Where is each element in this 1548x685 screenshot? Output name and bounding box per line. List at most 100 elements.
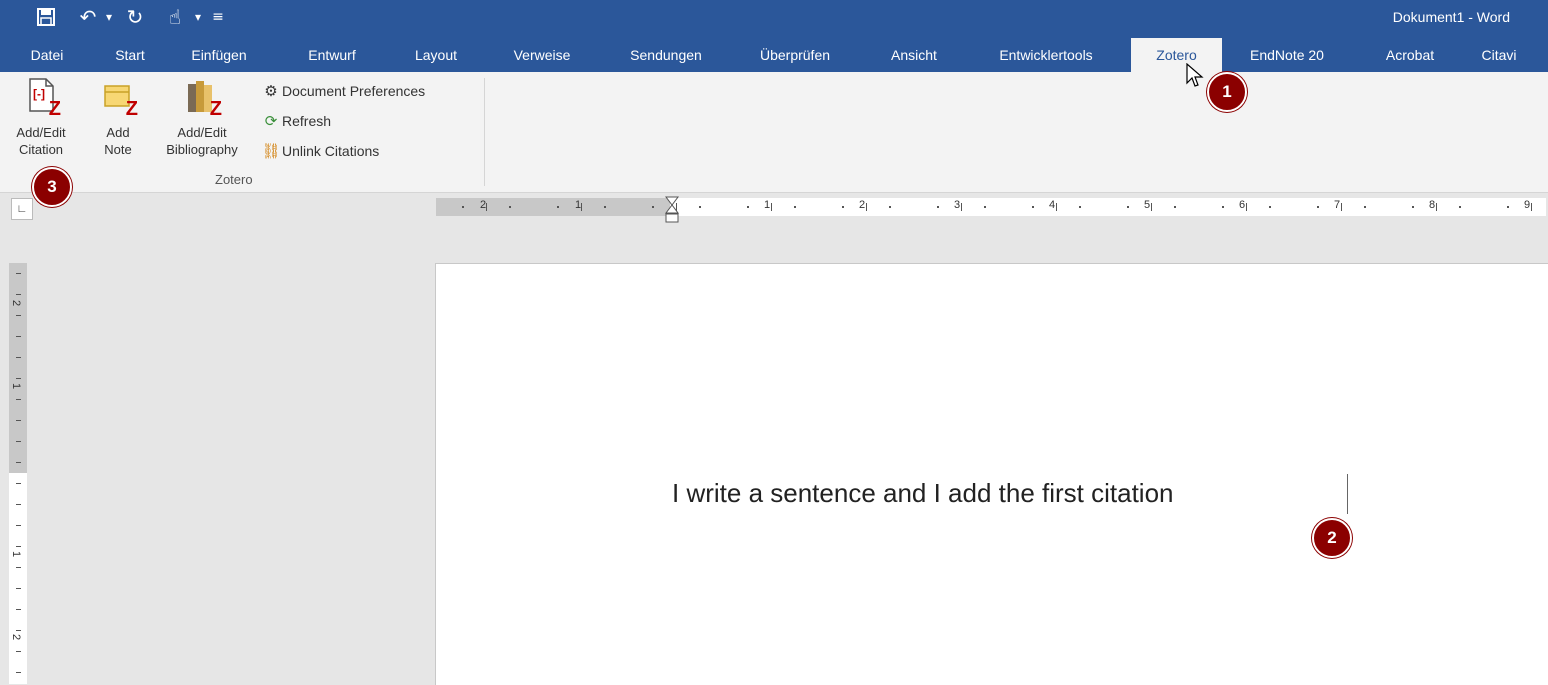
- ruler-tick: [747, 206, 749, 208]
- tab-start[interactable]: Start: [104, 38, 156, 72]
- document-preferences-button[interactable]: ⚙ Document Preferences: [260, 78, 425, 104]
- add-note-label-1: Add: [106, 125, 130, 140]
- tab-citavi[interactable]: Citavi: [1466, 38, 1532, 72]
- ruler-tick: [1507, 206, 1509, 208]
- step-marker-3: 3: [32, 167, 72, 207]
- ruler-tick: [961, 203, 962, 211]
- ribbon-tabs: Datei Start Einfügen Entwurf Layout Verw…: [0, 38, 1548, 72]
- refresh-button[interactable]: ⟳ Refresh: [260, 108, 331, 134]
- tab-datei[interactable]: Datei: [18, 38, 76, 72]
- tab-sendungen[interactable]: Sendungen: [614, 38, 718, 72]
- add-note-button[interactable]: Z Add Note: [96, 78, 140, 158]
- ruler-tick: [1459, 206, 1461, 208]
- unlink-citations-label: Unlink Citations: [282, 143, 380, 159]
- horizontal-ruler[interactable]: 2 1 1 2 3 4 5 6 7 8 9: [436, 198, 1546, 216]
- tab-zotero[interactable]: Zotero: [1131, 38, 1222, 72]
- vertical-ruler[interactable]: 2 1 1 2: [9, 263, 27, 684]
- add-edit-bibliography-label-1: Add/Edit: [177, 125, 227, 140]
- ruler-number: 3: [954, 199, 961, 211]
- ruler-tick: [1032, 206, 1034, 208]
- tab-entwicklertools[interactable]: Entwicklertools: [980, 38, 1112, 72]
- ruler-tick: [771, 203, 772, 211]
- ruler-tick: [1412, 206, 1414, 208]
- ruler-tick: [1246, 203, 1247, 211]
- add-citation-icon: [-] Z: [23, 78, 61, 120]
- tab-layout[interactable]: Layout: [406, 38, 466, 72]
- ruler-tick: [1341, 203, 1342, 211]
- document-page[interactable]: [435, 263, 1548, 685]
- redo-icon[interactable]: ↻: [123, 5, 147, 29]
- document-preferences-label: Document Preferences: [282, 83, 426, 99]
- refresh-icon: ⟳: [264, 113, 278, 130]
- ruler-number: 2: [10, 299, 23, 307]
- ruler-tick: [1056, 203, 1057, 211]
- tab-ansicht[interactable]: Ansicht: [876, 38, 952, 72]
- ruler-tick: [16, 525, 21, 526]
- unlink-icon: ⛓: [261, 143, 281, 160]
- ribbon: [-] Z Add/Edit Citation Z Add Note Z Add…: [0, 72, 1548, 193]
- ruler-tick: [1317, 206, 1319, 208]
- ruler-number: 5: [1144, 199, 1151, 211]
- undo-dropdown-icon[interactable]: ▾: [97, 5, 121, 29]
- ruler-number: 9: [1524, 199, 1531, 211]
- ruler-tick: [1079, 206, 1081, 208]
- ruler-tick: [604, 206, 606, 208]
- ruler-tick: [842, 206, 844, 208]
- ruler-tick: [866, 203, 867, 211]
- tab-acrobat[interactable]: Acrobat: [1370, 38, 1450, 72]
- ruler-tick: [16, 315, 21, 316]
- customize-qat-icon[interactable]: ≡: [206, 5, 230, 29]
- bibliography-icon: Z: [184, 78, 222, 120]
- add-edit-citation-label-2: Citation: [18, 142, 64, 157]
- ruler-tick: [16, 651, 21, 652]
- ruler-margin-left: [436, 198, 670, 216]
- tab-selector[interactable]: ∟: [11, 198, 33, 220]
- ruler-number: 7: [1334, 199, 1341, 211]
- save-icon[interactable]: [34, 5, 58, 29]
- ruler-tick: [486, 203, 487, 211]
- add-note-label-2: Note: [104, 142, 132, 157]
- text-caret: [1347, 474, 1348, 514]
- step-marker-1: 1: [1207, 72, 1247, 112]
- ruler-tick: [1364, 206, 1366, 208]
- touch-mode-icon[interactable]: ☝: [163, 5, 187, 29]
- tab-verweise[interactable]: Verweise: [502, 38, 582, 72]
- ruler-number: 8: [1429, 199, 1436, 211]
- tab-endnote[interactable]: EndNote 20: [1233, 38, 1341, 72]
- ruler-tick: [1436, 203, 1437, 211]
- unlink-citations-button[interactable]: ⛓Unlink Citations: [260, 138, 379, 164]
- window-title: Dokument1 - Word: [1392, 9, 1510, 25]
- ribbon-group-separator: [484, 78, 485, 186]
- ruler-number: 1: [10, 550, 23, 558]
- add-edit-bibliography-button[interactable]: Z Add/Edit Bibliography: [152, 78, 252, 158]
- ruler-number: 1: [10, 382, 23, 390]
- ruler-tick: [557, 206, 559, 208]
- ruler-tick: [1222, 206, 1224, 208]
- ruler-tick: [16, 273, 21, 274]
- ruler-tick: [16, 294, 21, 295]
- ruler-tick: [16, 609, 21, 610]
- ruler-tick: [16, 567, 21, 568]
- gear-icon: ⚙: [264, 83, 278, 100]
- ruler-tick: [16, 483, 21, 484]
- refresh-label: Refresh: [282, 113, 332, 129]
- ruler-number: 1: [764, 199, 771, 211]
- document-text[interactable]: I write a sentence and I add the first c…: [672, 478, 1174, 509]
- indent-marker-icon[interactable]: [665, 196, 679, 226]
- ruler-number: 2: [859, 199, 866, 211]
- add-note-icon: Z: [100, 78, 138, 120]
- ruler-tick: [16, 462, 21, 463]
- ruler-row: ∟ 2 1 1 2 3 4 5 6 7 8 9: [0, 193, 1548, 225]
- ruler-number: 6: [1239, 199, 1246, 211]
- add-edit-citation-button[interactable]: [-] Z Add/Edit Citation: [8, 78, 74, 158]
- ruler-tick: [1127, 206, 1129, 208]
- tab-einfuegen[interactable]: Einfügen: [183, 38, 255, 72]
- ruler-tick: [581, 203, 582, 211]
- ruler-tick: [16, 441, 21, 442]
- ribbon-group-label: Zotero: [215, 172, 253, 187]
- ruler-tick: [1151, 203, 1152, 211]
- tab-entwurf[interactable]: Entwurf: [300, 38, 364, 72]
- ruler-number: 4: [1049, 199, 1056, 211]
- tab-ueberpruefen[interactable]: Überprüfen: [745, 38, 845, 72]
- ruler-tick: [1531, 203, 1532, 211]
